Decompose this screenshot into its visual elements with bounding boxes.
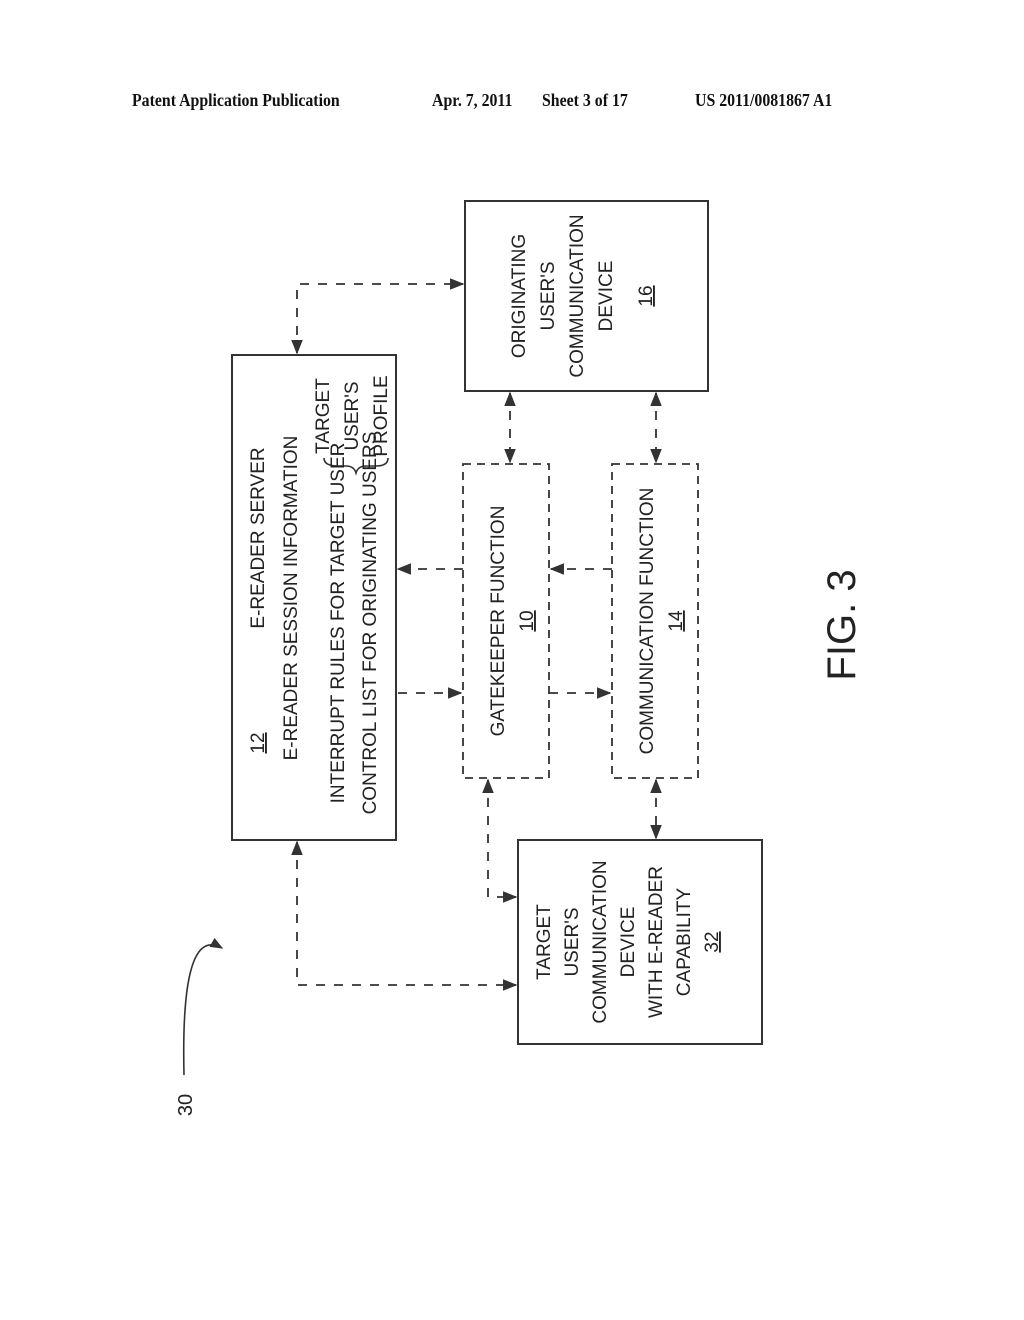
system-ref-arrow (182, 937, 224, 1076)
server-ref: 12 (248, 732, 269, 753)
target-ref: 32 (702, 931, 723, 952)
profile-label-line-1: TARGET (313, 378, 334, 454)
server-title: E-READER SERVER (248, 447, 269, 628)
originating-ref: 16 (636, 285, 657, 306)
gatekeeper-title: GATEKEEPER FUNCTION (488, 506, 509, 737)
connector-server-to-target (291, 840, 518, 991)
connector-gatekeeper-to-target (482, 778, 518, 903)
originating-line-1: ORIGINATING (509, 234, 530, 358)
target-line-5: WITH E-READER (646, 866, 667, 1018)
originating-line-4: DEVICE (596, 261, 617, 332)
server-session-info: E-READER SESSION INFORMATION (281, 436, 302, 761)
target-line-4: DEVICE (618, 907, 639, 978)
target-line-1: TARGET (534, 904, 555, 980)
originating-line-2: USER'S (538, 261, 559, 330)
target-line-2: USER'S (562, 907, 583, 976)
originating-line-3: COMMUNICATION (567, 214, 588, 377)
gatekeeper-ref: 10 (517, 610, 538, 631)
target-line-6: CAPABILITY (674, 887, 695, 996)
comm-function-ref: 14 (666, 610, 687, 632)
target-line-3: COMMUNICATION (590, 860, 611, 1023)
profile-item-interrupt-rules: INTERRUPT RULES FOR TARGET USER (328, 443, 349, 804)
connector-server-to-originating (291, 278, 465, 355)
figure-3-diagram: 30 E-READER SERVER 12 E-READER SESSION I… (175, 200, 864, 1116)
profile-item-control-list: CONTROL LIST FOR ORIGINATING USERS (360, 432, 381, 815)
system-ref-label: 30 (175, 1094, 197, 1116)
figure-label: FIG. 3 (820, 569, 864, 680)
comm-function-title: COMMUNICATION FUNCTION (637, 488, 658, 755)
